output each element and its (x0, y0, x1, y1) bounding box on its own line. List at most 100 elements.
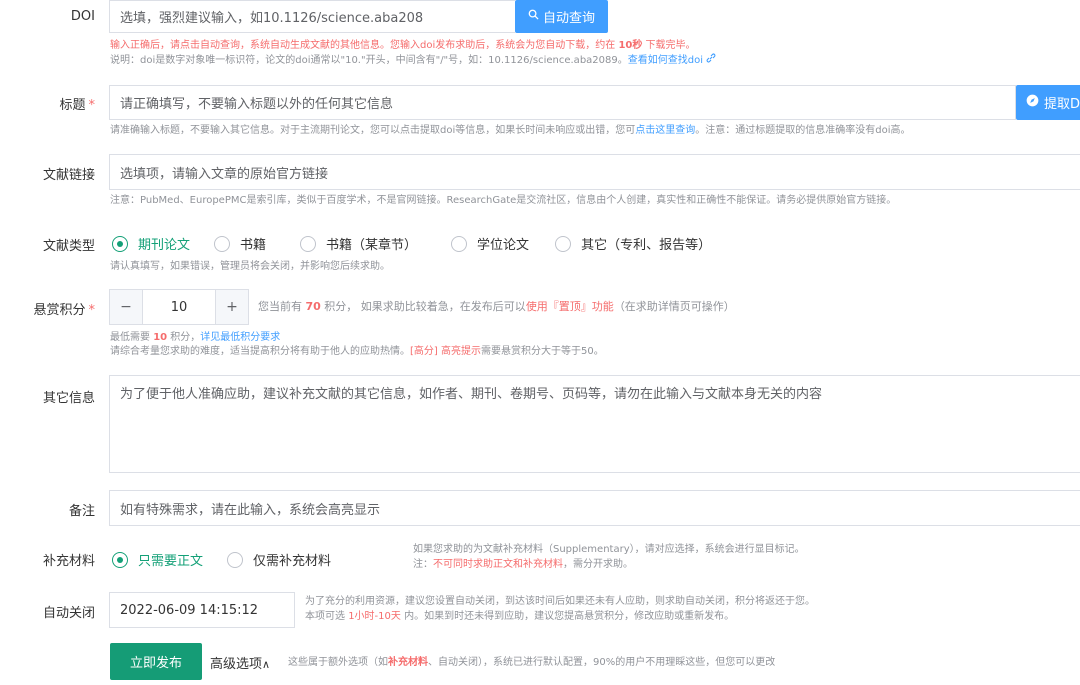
publish-label: 立即发布 (129, 656, 182, 671)
advanced-options-label: 高级选项 (210, 657, 263, 672)
extract-doi-label: 提取D (1044, 97, 1080, 112)
title-hint: 请准确输入标题，不要输入其它信息。对于主流期刊论文，您可以点击提取doi等信息，… (110, 124, 911, 138)
type-option-label: 书籍 (240, 238, 267, 253)
pin-feature-link[interactable]: 使用『置顶』功能 (526, 300, 614, 313)
autoclose-range: 1小时-10天 (348, 611, 401, 622)
reward-info: 您当前有 70 积分， 如果求助比较着急，在发布后可以使用『置顶』功能（在求助详… (258, 300, 735, 314)
type-option-other[interactable]: 其它（专利、报告等） (555, 234, 711, 253)
compass-icon (1026, 94, 1039, 111)
reward-info-tail: （在求助详情页可操作） (613, 300, 735, 313)
title-hint-tail: 。注意：通过标题提取的信息准确率没有doi高。 (695, 125, 911, 136)
reward-tip: 请综合考量您求助的难度，适当提高积分将有助于他人的应助热情。[高分] 高亮提示需… (110, 345, 604, 359)
reward-label-text: 悬赏积分 (33, 303, 86, 318)
type-option-thesis[interactable]: 学位论文 (451, 234, 529, 253)
radio-icon (227, 551, 244, 568)
reward-min-text: 最低需要 (110, 332, 154, 343)
min-points-link[interactable]: 详见最低积分要求 (200, 332, 280, 343)
supplement-option-main[interactable]: 只需要正文 (112, 550, 203, 569)
supplement-hint-2-text: 注： (413, 559, 433, 570)
type-label: 文献类型 (42, 239, 95, 254)
supplement-option-label: 仅需补充材料 (253, 554, 332, 569)
radio-checked-icon (112, 551, 128, 568)
supplement-warning: 不可同时求助正文和补充材料 (433, 559, 563, 570)
type-option-book[interactable]: 书籍 (214, 234, 266, 253)
title-input[interactable]: 请正确填写，不要输入标题以外的任何其它信息 (109, 85, 1016, 120)
autoclose-value: 2022-06-09 14:15:12 (120, 602, 259, 618)
title-placeholder: 请正确填写，不要输入标题以外的任何其它信息 (120, 97, 394, 112)
radio-icon (555, 235, 572, 252)
autoclose-hint-2: 本项可选 1小时-10天 内。如果到时还未得到应助，建议您提高悬赏积分，修改应助… (305, 610, 734, 624)
supplement-hint-2: 注：不可同时求助正文和补充材料，需分开求助。 (413, 558, 633, 572)
remark-placeholder: 如有特殊需求，请在此输入，系统会高亮显示 (120, 502, 381, 518)
advanced-note-tail: 、自动关闭），系统已进行默认配置，90%的用户不用理睬这些，但您可以更改 (428, 657, 776, 668)
doi-hint-1-tail: 下载完毕。 (642, 40, 696, 51)
find-doi-link[interactable]: 查看如何查找doi (628, 55, 703, 66)
title-hint-text: 请准确输入标题，不要输入其它信息。对于主流期刊论文，您可以点击提取doi等信息，… (110, 125, 636, 136)
current-points: 70 (305, 300, 321, 313)
type-option-label: 其它（专利、报告等） (581, 238, 712, 253)
doi-input[interactable]: 选填，强烈建议输入，如10.1126/science.aba208 (109, 0, 515, 33)
doi-hint-2: 说明：doi是数字对象唯一标识符，论文的doi通常以"10."开头，中间含有"/… (110, 53, 716, 68)
reward-tip-text: 请综合考量您求助的难度，适当提高积分将有助于他人的应助热情。 (110, 346, 410, 357)
supplement-hint-2-tail: ，需分开求助。 (563, 559, 633, 570)
type-option-book-chapter[interactable]: 书籍（某章节） (300, 234, 417, 253)
reward-info-mid: 积分， 如果求助比较着急，在发布后可以 (320, 300, 526, 313)
type-option-label: 期刊论文 (138, 238, 191, 253)
reward-info-text: 您当前有 (258, 300, 306, 313)
type-radio-group: 期刊论文 书籍 书籍（某章节） 学位论文 其它（专利、报告等） (112, 234, 731, 253)
doi-hint-1-text: 输入正确后，请点击自动查询，系统自动生成文献的其他信息。您输入doi发布求助后，… (110, 40, 619, 51)
reward-label: 悬赏积分 * (0, 299, 95, 318)
link-input[interactable]: 选填项，请输入文章的原始官方链接 (109, 154, 1080, 190)
autoclose-hint-1: 为了充分的利用资源，建议您设置自动关闭，到达该时间后如果还未有人应助，则求助自动… (305, 596, 815, 607)
link-hint: 注意：PubMed、EuropePMC是索引库，类似于百度学术，不是官网链接。R… (110, 195, 897, 206)
link-placeholder: 选填项，请输入文章的原始官方链接 (120, 166, 329, 182)
type-hint: 请认真填写，如果错误，管理员将会关闭，并影响您后续求助。 (110, 261, 390, 272)
doi-placeholder: 选填，强烈建议输入，如10.1126/science.aba208 (120, 11, 424, 26)
other-info-placeholder: 为了便于他人准确应助，建议补充文献的其它信息，如作者、期刊、卷期号、页码等，请勿… (120, 387, 823, 402)
autoclose-hint-2-tail: 内。如果到时还未得到应助，建议您提高悬赏积分，修改应助或重新发布。 (400, 611, 735, 622)
auto-lookup-button[interactable]: 自动查询 (515, 0, 608, 33)
remark-label: 备注 (68, 504, 95, 519)
min-points: 10 (153, 332, 168, 343)
title-required-mark: * (88, 98, 96, 113)
publish-button[interactable]: 立即发布 (110, 643, 202, 680)
type-option-journal[interactable]: 期刊论文 (112, 234, 190, 253)
highlight-tag: [高分] 高亮提示 (410, 346, 481, 357)
advanced-note-highlight: 补充材料 (388, 657, 428, 668)
radio-checked-icon (112, 235, 128, 252)
link-icon (706, 53, 716, 66)
radio-icon (451, 235, 468, 252)
supplement-hint-1: 如果您求助的为文献补充材料（Supplementary），请对应选择，系统会进行… (413, 544, 805, 555)
supplement-option-label: 只需要正文 (138, 554, 204, 569)
advanced-options-toggle[interactable]: 高级选项∧ (210, 653, 270, 672)
doi-hint-1: 输入正确后，请点击自动查询，系统自动生成文献的其他信息。您输入doi发布求助后，… (110, 39, 696, 53)
increase-button[interactable]: + (216, 290, 248, 324)
reward-value[interactable]: 10 (142, 290, 216, 324)
reward-required-mark: * (88, 303, 96, 318)
chevron-up-icon: ∧ (262, 658, 271, 671)
supplement-option-supp[interactable]: 仅需补充材料 (227, 550, 331, 569)
autoclose-label: 自动关闭 (42, 606, 95, 621)
extract-doi-button[interactable]: 提取D (1016, 85, 1080, 120)
search-icon (528, 9, 539, 24)
autoclose-hint-2-text: 本项可选 (305, 611, 349, 622)
doi-hint-1-seconds: 10秒 (618, 40, 643, 51)
reward-tip-tail: 需要悬赏积分大于等于50。 (480, 346, 604, 357)
autoclose-datetime[interactable]: 2022-06-09 14:15:12 (109, 592, 295, 628)
radio-icon (214, 235, 231, 252)
other-info-label: 其它信息 (42, 391, 95, 406)
remark-input[interactable]: 如有特殊需求，请在此输入，系统会高亮显示 (109, 490, 1080, 526)
radio-icon (300, 235, 317, 252)
decrease-button[interactable]: − (110, 290, 142, 324)
title-label: 标题 * (0, 94, 95, 113)
query-here-link[interactable]: 点击这里查询 (635, 125, 695, 136)
reward-min-mid: 积分， (167, 332, 201, 343)
auto-lookup-label: 自动查询 (542, 11, 595, 26)
other-info-textarea[interactable]: 为了便于他人准确应助，建议补充文献的其它信息，如作者、期刊、卷期号、页码等，请勿… (109, 375, 1080, 473)
supplement-radio-group: 只需要正文 仅需补充材料 (112, 550, 351, 569)
title-label-text: 标题 (59, 98, 86, 113)
type-option-label: 书籍（某章节） (326, 238, 418, 253)
advanced-note-text: 这些属于额外选项（如 (288, 657, 388, 668)
doi-label: DOI (70, 9, 95, 24)
doi-hint-2-text: 说明：doi是数字对象唯一标识符，论文的doi通常以"10."开头，中间含有"/… (110, 55, 628, 66)
